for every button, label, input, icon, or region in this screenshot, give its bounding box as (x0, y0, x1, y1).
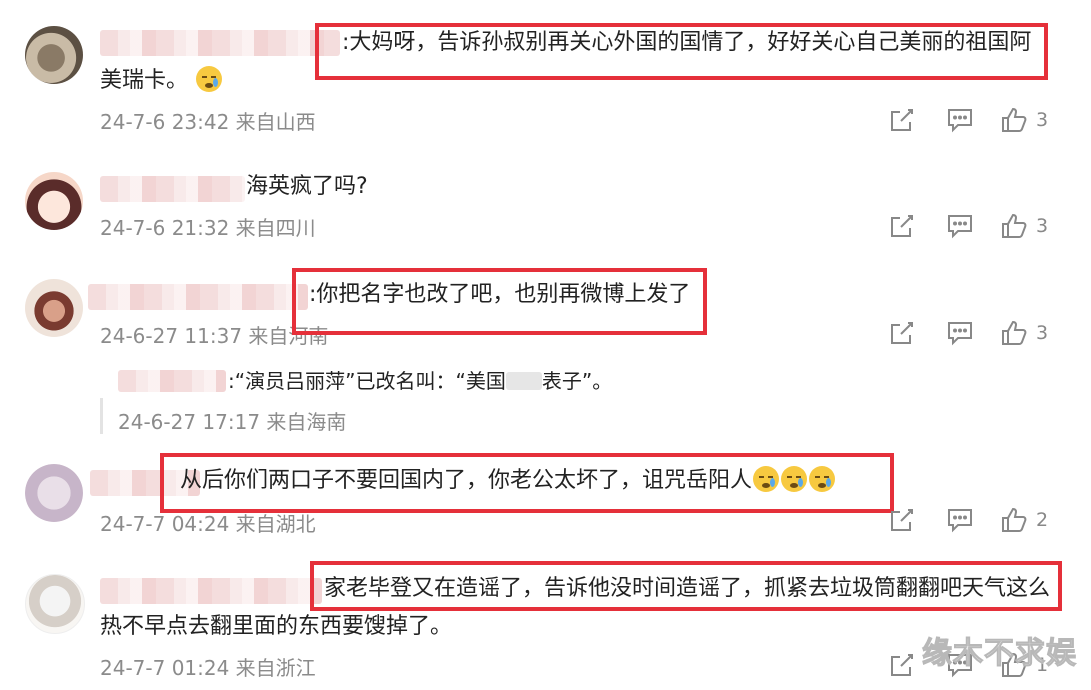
comment-timestamp-location: 24-7-6 23:42 来自山西 (100, 110, 316, 134)
username-blurred[interactable] (100, 176, 245, 202)
avatar[interactable] (25, 279, 83, 337)
thumbs-up-icon[interactable] (1000, 212, 1028, 240)
reply-username-blurred[interactable] (118, 370, 226, 392)
reply-timestamp-location: 24-6-27 17:17 来自海南 (118, 410, 347, 434)
comment-icon[interactable] (946, 106, 974, 134)
like-count: 2 (1036, 509, 1049, 531)
username-blurred[interactable] (88, 284, 308, 310)
comment-icon[interactable] (946, 212, 974, 240)
crying-face-emoji-icon (196, 66, 223, 92)
highlight-box (160, 453, 894, 513)
comment-actions: 3 (888, 105, 1048, 135)
share-icon[interactable] (888, 506, 916, 534)
share-icon[interactable] (888, 651, 916, 679)
comment-timestamp-location: 24-7-6 21:32 来自四川 (100, 216, 316, 240)
thumbs-up-icon[interactable] (1000, 506, 1028, 534)
like-count: 3 (1036, 322, 1049, 344)
like-count: 3 (1036, 109, 1049, 131)
username-blurred[interactable] (100, 30, 340, 56)
reply-thread-line (100, 398, 103, 434)
highlight-box (315, 23, 1048, 80)
reply-text-a: :“演员吕丽萍”已改名叫：“美国 (228, 369, 506, 393)
thumbs-up-icon[interactable] (1000, 106, 1028, 134)
comment-icon[interactable] (946, 506, 974, 534)
censored-blur (505, 372, 542, 390)
reply-text-b: 表子”。 (541, 369, 613, 393)
comment-actions: 3 (888, 318, 1048, 348)
avatar[interactable] (25, 26, 83, 84)
watermark: 缘木不求娱 (922, 636, 1077, 672)
highlight-box (292, 268, 707, 335)
avatar[interactable] (25, 574, 85, 634)
comment-actions: 3 (888, 211, 1048, 241)
like-count: 3 (1036, 215, 1049, 237)
comment-timestamp-location: 24-7-7 01:24 来自浙江 (100, 656, 316, 680)
share-icon[interactable] (888, 106, 916, 134)
comment-text-continued: 美瑞卡。 (100, 64, 223, 98)
comment-text: 海英疯了吗? (246, 174, 368, 199)
share-icon[interactable] (888, 212, 916, 240)
avatar[interactable] (25, 464, 83, 522)
comment-text-line2: 美瑞卡。 (100, 68, 189, 93)
share-icon[interactable] (888, 319, 916, 347)
reply-text: :“演员吕丽萍”已改名叫：“美国 表子”。 (228, 364, 612, 398)
avatar[interactable] (25, 172, 83, 230)
comment-actions: 2 (888, 505, 1048, 535)
username-blurred[interactable] (100, 578, 322, 604)
highlight-box (310, 561, 1062, 611)
thumbs-up-icon[interactable] (1000, 319, 1028, 347)
comment-text-line2: 热不早点去翻里面的东西要馊掉了。 (100, 614, 453, 639)
comment-icon[interactable] (946, 319, 974, 347)
